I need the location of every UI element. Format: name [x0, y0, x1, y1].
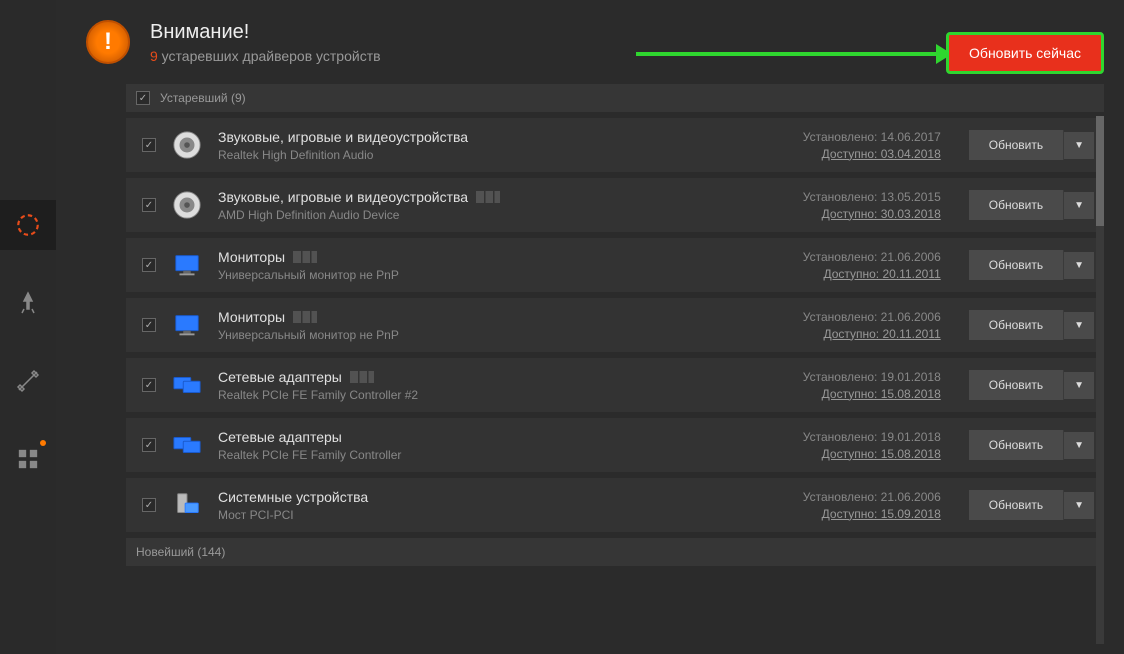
warning-icon: !	[86, 20, 130, 64]
driver-checkbox[interactable]	[142, 258, 156, 272]
driver-checkbox[interactable]	[142, 438, 156, 452]
notification-dot	[40, 440, 46, 446]
update-dropdown-button[interactable]: ▼	[1064, 492, 1094, 519]
section-header-outdated[interactable]: Устаревший (9)	[126, 84, 1104, 112]
driver-checkbox[interactable]	[142, 198, 156, 212]
driver-checkbox[interactable]	[142, 498, 156, 512]
update-dropdown-button[interactable]: ▼	[1064, 432, 1094, 459]
update-dropdown-button[interactable]: ▼	[1064, 372, 1094, 399]
driver-category: Мониторы	[218, 249, 803, 265]
driver-category: Сетевые адаптеры	[218, 429, 803, 445]
sidebar-item-apps[interactable]	[0, 434, 56, 484]
driver-category: Мониторы	[218, 309, 803, 325]
driver-category: Звуковые, игровые и видеоустройства	[218, 129, 803, 145]
grid-icon	[17, 448, 39, 470]
sidebar-item-tools[interactable]	[0, 356, 56, 406]
sidebar	[0, 0, 56, 654]
installed-date: Установлено: 13.05.2015	[803, 190, 941, 204]
sidebar-item-boost[interactable]	[0, 278, 56, 328]
scrollbar[interactable]	[1096, 116, 1104, 644]
signal-icon	[293, 311, 317, 323]
driver-category: Звуковые, игровые и видеоустройства	[218, 189, 803, 205]
driver-row: Звуковые, игровые и видеоустройства Real…	[126, 118, 1104, 172]
driver-row: Мониторы Универсальный монитор не PnP Ус…	[126, 298, 1104, 352]
driver-name: Realtek High Definition Audio	[218, 148, 803, 162]
driver-checkbox[interactable]	[142, 378, 156, 392]
available-date[interactable]: Доступно: 15.08.2018	[803, 387, 941, 401]
installed-date: Установлено: 19.01.2018	[803, 430, 941, 444]
available-date[interactable]: Доступно: 30.03.2018	[803, 207, 941, 221]
header-title: Внимание!	[150, 21, 381, 44]
scan-icon	[15, 212, 41, 238]
attention-arrow	[636, 44, 952, 64]
driver-name: Realtek PCIe FE Family Controller	[218, 448, 803, 462]
available-date[interactable]: Доступно: 15.08.2018	[803, 447, 941, 461]
driver-checkbox[interactable]	[142, 138, 156, 152]
rocket-icon	[16, 291, 40, 315]
signal-icon	[476, 191, 500, 203]
section-label-latest: Новейший (144)	[136, 545, 225, 559]
driver-name: Realtek PCIe FE Family Controller #2	[218, 388, 803, 402]
installed-date: Установлено: 21.06.2006	[803, 490, 941, 504]
section-checkbox-outdated[interactable]	[136, 91, 150, 105]
update-dropdown-button[interactable]: ▼	[1064, 312, 1094, 339]
available-date[interactable]: Доступно: 15.09.2018	[803, 507, 941, 521]
update-dropdown-button[interactable]: ▼	[1064, 132, 1094, 159]
update-now-button[interactable]: Обновить сейчас	[946, 32, 1104, 74]
section-label-outdated: Устаревший (9)	[160, 91, 246, 105]
installed-date: Установлено: 21.06.2006	[803, 250, 941, 264]
driver-category: Системные устройства	[218, 489, 803, 505]
device-icon	[170, 128, 204, 162]
update-dropdown-button[interactable]: ▼	[1064, 252, 1094, 279]
scrollbar-thumb[interactable]	[1096, 116, 1104, 226]
header-subtitle: 9 устаревших драйверов устройств	[150, 48, 381, 64]
driver-list: Устаревший (9) Звуковые, игровые и видео…	[56, 84, 1124, 654]
installed-date: Установлено: 14.06.2017	[803, 130, 941, 144]
driver-name: Универсальный монитор не PnP	[218, 268, 803, 282]
device-icon	[170, 488, 204, 522]
sidebar-item-scan[interactable]	[0, 200, 56, 250]
device-icon	[170, 368, 204, 402]
driver-category: Сетевые адаптеры	[218, 369, 803, 385]
device-icon	[170, 308, 204, 342]
available-date[interactable]: Доступно: 20.11.2011	[803, 327, 941, 341]
driver-name: Универсальный монитор не PnP	[218, 328, 803, 342]
available-date[interactable]: Доступно: 20.11.2011	[803, 267, 941, 281]
device-icon	[170, 428, 204, 462]
driver-row: Сетевые адаптеры Realtek PCIe FE Family …	[126, 418, 1104, 472]
update-button[interactable]: Обновить	[969, 490, 1064, 520]
driver-row: Мониторы Универсальный монитор не PnP Ус…	[126, 238, 1104, 292]
driver-row: Звуковые, игровые и видеоустройства AMD …	[126, 178, 1104, 232]
update-button[interactable]: Обновить	[969, 430, 1064, 460]
update-button[interactable]: Обновить	[969, 310, 1064, 340]
header: ! Внимание! 9 устаревших драйверов устро…	[56, 0, 1124, 84]
driver-checkbox[interactable]	[142, 318, 156, 332]
update-button[interactable]: Обновить	[969, 250, 1064, 280]
tools-icon	[16, 369, 40, 393]
update-dropdown-button[interactable]: ▼	[1064, 192, 1094, 219]
driver-name: AMD High Definition Audio Device	[218, 208, 803, 222]
signal-icon	[350, 371, 374, 383]
device-icon	[170, 188, 204, 222]
device-icon	[170, 248, 204, 282]
available-date[interactable]: Доступно: 03.04.2018	[803, 147, 941, 161]
installed-date: Установлено: 21.06.2006	[803, 310, 941, 324]
installed-date: Установлено: 19.01.2018	[803, 370, 941, 384]
update-button[interactable]: Обновить	[969, 130, 1064, 160]
update-button[interactable]: Обновить	[969, 190, 1064, 220]
section-header-latest[interactable]: Новейший (144)	[126, 538, 1104, 566]
driver-name: Мост PCI-PCI	[218, 508, 803, 522]
driver-row: Сетевые адаптеры Realtek PCIe FE Family …	[126, 358, 1104, 412]
update-button[interactable]: Обновить	[969, 370, 1064, 400]
outdated-count: 9	[150, 48, 158, 64]
driver-row: Системные устройства Мост PCI-PCI Устано…	[126, 478, 1104, 532]
signal-icon	[293, 251, 317, 263]
